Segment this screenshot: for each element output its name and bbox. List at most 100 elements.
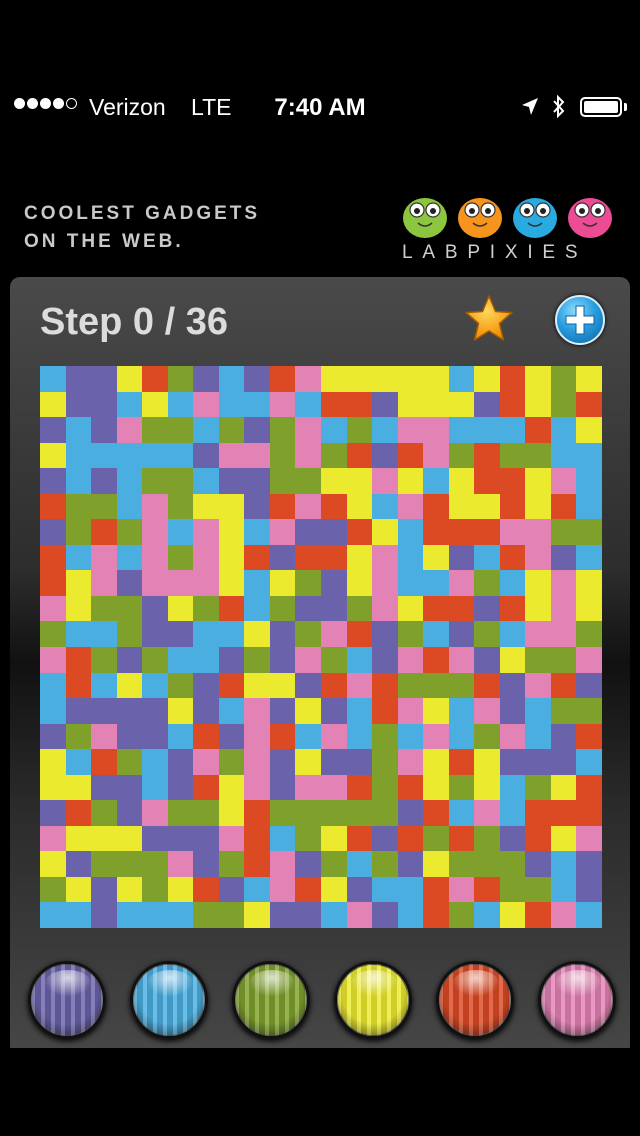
board-cell <box>91 621 117 647</box>
board-cell <box>142 544 168 571</box>
board-cell <box>116 800 143 826</box>
board-cell <box>550 876 577 903</box>
board-cell <box>525 698 551 724</box>
board-cell <box>295 800 321 826</box>
board-cell <box>499 876 526 903</box>
board-cell <box>525 672 551 699</box>
board-cell <box>320 902 347 928</box>
board-cell <box>550 825 577 852</box>
board-cell <box>346 621 373 647</box>
board-cell <box>423 774 449 801</box>
board-cell <box>142 595 168 622</box>
color-button-yellow[interactable] <box>334 961 412 1039</box>
board-cell <box>167 774 194 801</box>
board-cell <box>116 391 143 418</box>
board-cell <box>116 366 143 392</box>
board-cell <box>193 723 219 750</box>
board-cell <box>576 774 602 801</box>
board-cell <box>218 698 245 724</box>
board-cell <box>167 851 194 877</box>
board-cell <box>218 800 245 826</box>
board-cell <box>116 417 143 443</box>
board-cell <box>550 595 577 622</box>
board-cell <box>91 544 117 571</box>
board-cell <box>244 621 270 647</box>
board-cell <box>218 570 245 596</box>
board-cell <box>448 646 475 673</box>
board-cell <box>320 519 347 545</box>
board-cell <box>423 570 449 596</box>
board-cell <box>244 646 270 673</box>
board-cell <box>372 749 398 775</box>
board-cell <box>269 876 296 903</box>
board-cell <box>142 800 168 826</box>
board-cell <box>40 749 66 775</box>
location-arrow-icon <box>520 96 540 123</box>
board-cell <box>40 698 66 724</box>
board-cell <box>448 876 475 903</box>
board-cell <box>295 442 321 469</box>
board-cell <box>218 774 245 801</box>
board-cell <box>474 442 500 469</box>
board-cell <box>244 493 270 520</box>
board-cell <box>40 468 66 494</box>
board-cell <box>295 698 321 724</box>
star-button[interactable] <box>463 293 515 345</box>
board-cell <box>423 723 449 750</box>
board-cell <box>397 391 424 418</box>
board-cell <box>193 417 219 443</box>
board-cell <box>218 595 245 622</box>
board-cell <box>346 902 373 928</box>
board-cell <box>372 800 398 826</box>
board-cell <box>346 417 373 443</box>
board-cell <box>142 366 168 392</box>
board-cell <box>91 774 117 801</box>
board-cell <box>550 902 577 928</box>
color-button-pink[interactable] <box>538 961 616 1039</box>
board-cell <box>218 646 245 673</box>
color-button-red[interactable] <box>436 961 514 1039</box>
board-cell <box>142 672 168 699</box>
board-cell <box>218 442 245 469</box>
board-cell <box>423 876 449 903</box>
board-cell <box>91 800 117 826</box>
mascot-icon <box>513 198 557 238</box>
add-button[interactable] <box>555 295 605 345</box>
board-cell <box>193 774 219 801</box>
board-cell <box>346 442 373 469</box>
board-cell <box>142 723 168 750</box>
board-cell <box>423 800 449 826</box>
board-cell <box>142 621 168 647</box>
board-cell <box>193 493 219 520</box>
board-cell <box>167 468 194 494</box>
board-cell <box>499 493 526 520</box>
color-button-blue[interactable] <box>130 961 208 1039</box>
board-cell <box>397 442 424 469</box>
board-cell <box>65 366 92 392</box>
ad-banner[interactable]: COOLEST GADGETS ON THE WEB. LABPIXIES <box>0 186 640 266</box>
game-board[interactable] <box>40 366 602 928</box>
board-cell <box>193 825 219 852</box>
board-cell <box>244 825 270 852</box>
board-cell <box>193 468 219 494</box>
labpixies-mascots-logo <box>403 198 612 238</box>
board-cell <box>244 749 270 775</box>
board-cell <box>423 698 449 724</box>
board-cell <box>448 698 475 724</box>
board-cell <box>525 774 551 801</box>
board-cell <box>576 366 602 392</box>
board-cell <box>525 800 551 826</box>
board-cell <box>397 544 424 571</box>
board-cell <box>269 391 296 418</box>
board-cell <box>320 774 347 801</box>
board-cell <box>193 698 219 724</box>
color-button-green[interactable] <box>232 961 310 1039</box>
board-cell <box>372 442 398 469</box>
board-cell <box>269 595 296 622</box>
board-cell <box>40 851 66 877</box>
board-cell <box>499 391 526 418</box>
board-cell <box>576 902 602 928</box>
board-cell <box>65 774 92 801</box>
board-cell <box>91 851 117 877</box>
color-button-purple[interactable] <box>28 961 106 1039</box>
